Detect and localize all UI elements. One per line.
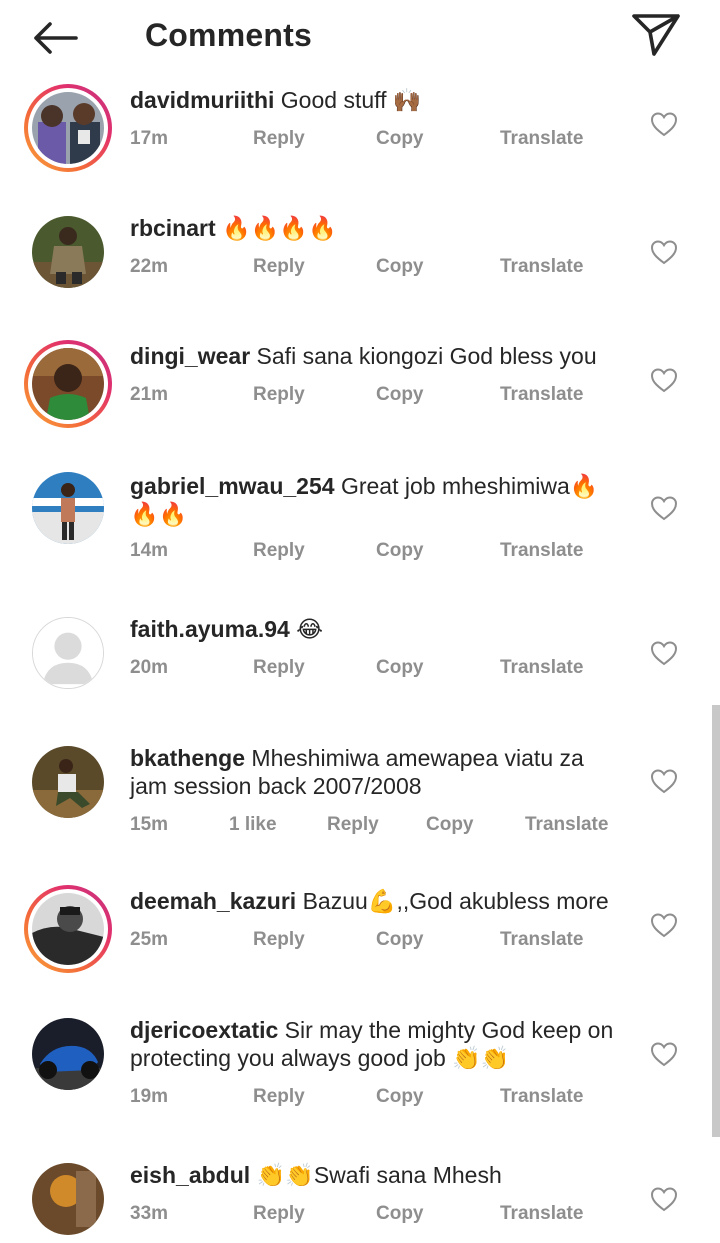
reply-button[interactable]: Reply: [327, 814, 379, 836]
comment-body: 😂: [289, 616, 324, 642]
copy-button[interactable]: Copy: [376, 657, 424, 679]
translate-button[interactable]: Translate: [500, 540, 583, 562]
arrow-left-icon[interactable]: [30, 18, 82, 58]
heart-icon[interactable]: [650, 1186, 678, 1212]
comment-body: Good stuff 🙌🏾: [274, 87, 422, 113]
scrollbar[interactable]: [712, 705, 720, 1137]
copy-button[interactable]: Copy: [376, 256, 424, 278]
comment-text: djericoextatic Sir may the mighty God ke…: [130, 1016, 625, 1072]
comment-time: 33m: [130, 1203, 169, 1224]
reply-button[interactable]: Reply: [253, 384, 305, 406]
like-count[interactable]: 1 like: [229, 814, 277, 836]
reply-button[interactable]: Reply: [253, 1203, 305, 1225]
comment-time: 19m: [130, 1086, 169, 1107]
avatar[interactable]: [24, 84, 112, 172]
avatar[interactable]: [24, 1155, 112, 1243]
copy-button[interactable]: Copy: [376, 384, 424, 406]
avatar[interactable]: [24, 208, 112, 296]
comment-text: bkathenge Mheshimiwa amewapea viatu za j…: [130, 744, 625, 800]
heart-icon[interactable]: [650, 367, 678, 393]
translate-button[interactable]: Translate: [525, 814, 608, 836]
reply-button[interactable]: Reply: [253, 657, 305, 679]
reply-button[interactable]: Reply: [253, 929, 305, 951]
comment-body: Safi sana kiongozi God bless you: [250, 343, 597, 369]
comment-text: deemah_kazuri Bazuu💪,,God akubless more: [130, 887, 625, 915]
comment-username[interactable]: djericoextatic: [130, 1017, 278, 1043]
comment-body: 👏👏Swafi sana Mhesh: [250, 1162, 502, 1188]
comment-username[interactable]: dingi_wear: [130, 343, 250, 369]
comment-body: Bazuu💪,,God akubless more: [296, 888, 609, 914]
translate-button[interactable]: Translate: [500, 128, 583, 150]
avatar[interactable]: [24, 609, 112, 697]
avatar[interactable]: [24, 885, 112, 973]
comment-username[interactable]: faith.ayuma.94: [130, 616, 290, 642]
comment-text: davidmuriithi Good stuff 🙌🏾: [130, 86, 625, 114]
translate-button[interactable]: Translate: [500, 1203, 583, 1225]
translate-button[interactable]: Translate: [500, 1086, 583, 1108]
reply-button[interactable]: Reply: [253, 1086, 305, 1108]
comments-list[interactable]: davidmuriithi Good stuff 🙌🏾 17m Reply Co…: [0, 0, 720, 1235]
avatar[interactable]: [24, 1010, 112, 1098]
avatar[interactable]: [24, 738, 112, 826]
translate-button[interactable]: Translate: [500, 929, 583, 951]
avatar[interactable]: [24, 340, 112, 428]
comment-username[interactable]: gabriel_mwau_254: [130, 473, 335, 499]
comment-time: 20m: [130, 657, 169, 678]
heart-icon[interactable]: [650, 495, 678, 521]
comment-username[interactable]: bkathenge: [130, 745, 245, 771]
copy-button[interactable]: Copy: [376, 540, 424, 562]
translate-button[interactable]: Translate: [500, 256, 583, 278]
comment-time: 17m: [130, 128, 169, 149]
heart-icon[interactable]: [650, 111, 678, 137]
heart-icon[interactable]: [650, 640, 678, 666]
copy-button[interactable]: Copy: [376, 929, 424, 951]
translate-button[interactable]: Translate: [500, 384, 583, 406]
reply-button[interactable]: Reply: [253, 256, 305, 278]
heart-icon[interactable]: [650, 1041, 678, 1067]
copy-button[interactable]: Copy: [376, 1086, 424, 1108]
page-title: Comments: [145, 17, 312, 53]
comment-body: 🔥🔥🔥🔥: [215, 215, 337, 241]
heart-icon[interactable]: [650, 239, 678, 265]
comment-text: gabriel_mwau_254 Great job mheshimiwa🔥🔥🔥: [130, 472, 625, 528]
comment-username[interactable]: deemah_kazuri: [130, 888, 296, 914]
comment-time: 15m: [130, 814, 169, 835]
copy-button[interactable]: Copy: [376, 1203, 424, 1225]
comment-time: 22m: [130, 256, 169, 277]
comment-time: 14m: [130, 540, 169, 561]
heart-icon[interactable]: [650, 768, 678, 794]
comment-time: 21m: [130, 384, 169, 405]
avatar[interactable]: [24, 464, 112, 552]
comment-text: faith.ayuma.94 😂: [130, 615, 625, 643]
comment-text: rbcinart 🔥🔥🔥🔥: [130, 214, 625, 242]
translate-button[interactable]: Translate: [500, 657, 583, 679]
comment-username[interactable]: eish_abdul: [130, 1162, 250, 1188]
comment-text: dingi_wear Safi sana kiongozi God bless …: [130, 342, 625, 370]
reply-button[interactable]: Reply: [253, 128, 305, 150]
copy-button[interactable]: Copy: [376, 128, 424, 150]
comment-username[interactable]: rbcinart: [130, 215, 216, 241]
comment-time: 25m: [130, 929, 169, 950]
heart-icon[interactable]: [650, 912, 678, 938]
comment-text: eish_abdul 👏👏Swafi sana Mhesh: [130, 1161, 625, 1189]
copy-button[interactable]: Copy: [426, 814, 474, 836]
header: Comments: [0, 0, 720, 78]
paper-plane-icon[interactable]: [630, 10, 682, 58]
reply-button[interactable]: Reply: [253, 540, 305, 562]
comment-username[interactable]: davidmuriithi: [130, 87, 274, 113]
